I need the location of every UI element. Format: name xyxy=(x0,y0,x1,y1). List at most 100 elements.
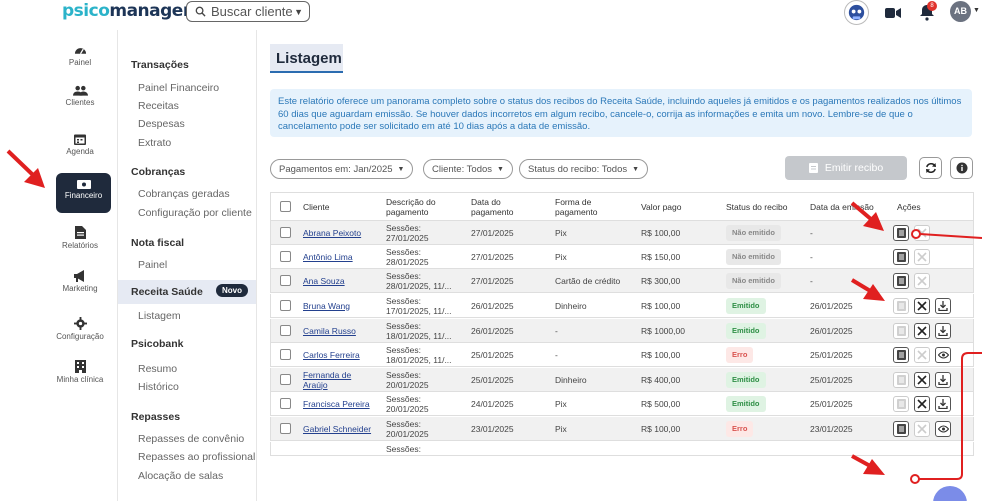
status-badge: Emitido xyxy=(726,371,766,388)
col-forma-pagamento: Forma de pagamento xyxy=(555,196,598,217)
submenu-item-resumo[interactable]: Resumo xyxy=(138,363,177,375)
payment-method: Dinheiro xyxy=(555,374,587,385)
issue-date: - xyxy=(810,251,813,262)
new-badge: Novo xyxy=(216,284,248,297)
submenu-heading-transacoes: Transações xyxy=(131,59,189,71)
page-title: Listagem xyxy=(270,44,343,73)
client-link[interactable]: Francisca Pereira xyxy=(303,399,370,409)
client-link[interactable]: Bruna Wang xyxy=(303,301,350,311)
cancel-receipt-action-button xyxy=(914,421,930,437)
submenu-item-receita-saude[interactable]: Receita Saúde Novo xyxy=(118,280,256,304)
nav-painel[interactable]: Painel xyxy=(55,44,105,67)
nav-configuracao[interactable]: Configuração xyxy=(55,317,105,341)
view-error-action-button[interactable] xyxy=(935,421,951,437)
status-badge: Erro xyxy=(726,346,754,363)
row-checkbox[interactable] xyxy=(280,227,291,238)
nav-agenda[interactable]: Agenda xyxy=(55,133,105,156)
issue-date: 25/01/2025 xyxy=(810,349,853,360)
submenu-item-repasses-profissional[interactable]: Repasses ao profissional xyxy=(138,451,255,463)
issue-date: 25/01/2025 xyxy=(810,398,853,409)
nav-minha-clinica[interactable]: Minha clínica xyxy=(55,360,105,384)
avatar-chevron-icon[interactable]: ▼ xyxy=(973,7,980,14)
nav-financeiro[interactable]: Financeiro xyxy=(56,173,111,213)
download-receipt-action-button[interactable] xyxy=(935,372,951,388)
emit-receipt-action-button[interactable] xyxy=(893,249,909,265)
client-link[interactable]: Gabriel Schneider xyxy=(303,424,371,434)
main-nav-rail: Painel Clientes Agenda Financeiro Relató… xyxy=(0,30,111,501)
submenu-item-listagem[interactable]: Listagem xyxy=(138,310,181,322)
download-icon xyxy=(938,399,948,409)
submenu-item-extrato[interactable]: Extrato xyxy=(138,137,171,149)
row-checkbox[interactable] xyxy=(280,300,291,311)
client-link[interactable]: Carlos Ferreira xyxy=(303,350,360,360)
client-search-select[interactable]: Buscar cliente ▼ xyxy=(186,1,310,22)
table-row: Camila Russo Sessões: 18/01/2025, 11/... 26… xyxy=(270,319,974,343)
select-all-checkbox[interactable] xyxy=(280,201,291,212)
table-row: Antônio Lima Sessões: 28/01/2025 27/01/2025… xyxy=(270,245,974,269)
submenu-item-alocacao-salas[interactable]: Alocação de salas xyxy=(138,470,223,482)
submenu-item-painel-financeiro[interactable]: Painel Financeiro xyxy=(138,82,219,94)
download-receipt-action-button[interactable] xyxy=(935,323,951,339)
nav-clientes[interactable]: Clientes xyxy=(55,85,105,107)
submenu-item-cobrancas-geradas[interactable]: Cobranças geradas xyxy=(138,188,230,200)
client-link[interactable]: Antônio Lima xyxy=(303,252,353,262)
receipt-icon xyxy=(896,252,906,262)
table-row: Francisca Pereira Sessões: 20/01/2025 24/01… xyxy=(270,392,974,416)
row-checkbox[interactable] xyxy=(280,374,291,385)
avatar[interactable]: AB xyxy=(950,1,971,22)
table-row: Abrana Peixoto Sessões: 27/01/2025 27/01/20… xyxy=(270,221,974,245)
row-checkbox[interactable] xyxy=(280,275,291,286)
client-link[interactable]: Camila Russo xyxy=(303,326,356,336)
client-link[interactable]: Abrana Peixoto xyxy=(303,228,361,238)
client-filter[interactable]: Cliente: Todos ▼ xyxy=(423,159,513,179)
video-icon[interactable] xyxy=(885,6,901,24)
status-badge: Emitido xyxy=(726,322,766,339)
receipt-icon xyxy=(896,399,906,409)
emit-receipt-action-button[interactable] xyxy=(893,273,909,289)
submenu-item-configuracao-por-cliente[interactable]: Configuração por cliente xyxy=(138,207,252,219)
download-icon xyxy=(938,375,948,385)
issue-date: - xyxy=(810,275,813,286)
cancel-receipt-action-button[interactable] xyxy=(914,396,930,412)
payment-date: 23/01/2025 xyxy=(471,423,514,434)
emit-receipt-button[interactable]: Emitir recibo xyxy=(785,156,907,180)
emit-receipt-action-button[interactable] xyxy=(893,421,909,437)
emit-receipt-action-button[interactable] xyxy=(893,347,909,363)
download-receipt-action-button[interactable] xyxy=(935,396,951,412)
row-checkbox[interactable] xyxy=(280,251,291,262)
nav-marketing[interactable]: Marketing xyxy=(55,270,105,293)
row-checkbox[interactable] xyxy=(280,398,291,409)
row-checkbox[interactable] xyxy=(280,423,291,434)
amount-paid: R$ 500,00 xyxy=(641,398,681,409)
cancel-receipt-action-button[interactable] xyxy=(914,372,930,388)
view-error-action-button[interactable] xyxy=(935,347,951,363)
bell-icon[interactable]: 8 xyxy=(918,1,937,26)
submenu-item-repasses-convenio[interactable]: Repasses de convênio xyxy=(138,433,244,445)
cancel-receipt-action-button[interactable] xyxy=(914,323,930,339)
chevron-down-icon: ▼ xyxy=(397,165,405,173)
submenu-item-historico[interactable]: Histórico xyxy=(138,381,179,393)
app-logo[interactable]: psicomanager xyxy=(62,1,191,21)
cancel-receipt-action-button[interactable] xyxy=(914,298,930,314)
status-filter[interactable]: Status do recibo: Todos ▼ xyxy=(519,159,649,179)
client-link[interactable]: Fernanda de Araújo xyxy=(303,370,351,390)
submenu-item-despesas[interactable]: Despesas xyxy=(138,118,185,130)
refresh-button[interactable] xyxy=(919,157,942,179)
download-receipt-action-button[interactable] xyxy=(935,298,951,314)
row-checkbox[interactable] xyxy=(280,349,291,360)
robot-assistant-icon[interactable] xyxy=(844,0,869,25)
row-checkbox[interactable] xyxy=(280,325,291,336)
info-button[interactable] xyxy=(950,157,973,179)
receipt-icon xyxy=(896,228,906,238)
payments-month-filter[interactable]: Pagamentos em: Jan/2025 ▼ xyxy=(270,159,414,179)
payment-method: Pix xyxy=(555,423,567,434)
submenu-item-nf-painel[interactable]: Painel xyxy=(138,259,167,271)
cancel-receipt-action-button xyxy=(914,347,930,363)
emit-receipt-action-button[interactable] xyxy=(893,225,909,241)
submenu-item-receitas[interactable]: Receitas xyxy=(138,100,179,112)
client-link[interactable]: Ana Souza xyxy=(303,276,345,286)
receipt-icon xyxy=(808,163,818,173)
payment-description: Sessões: 18/01/2025, 11/... xyxy=(386,320,452,341)
download-icon xyxy=(938,301,948,311)
nav-relatorios[interactable]: Relatórios xyxy=(55,226,105,250)
